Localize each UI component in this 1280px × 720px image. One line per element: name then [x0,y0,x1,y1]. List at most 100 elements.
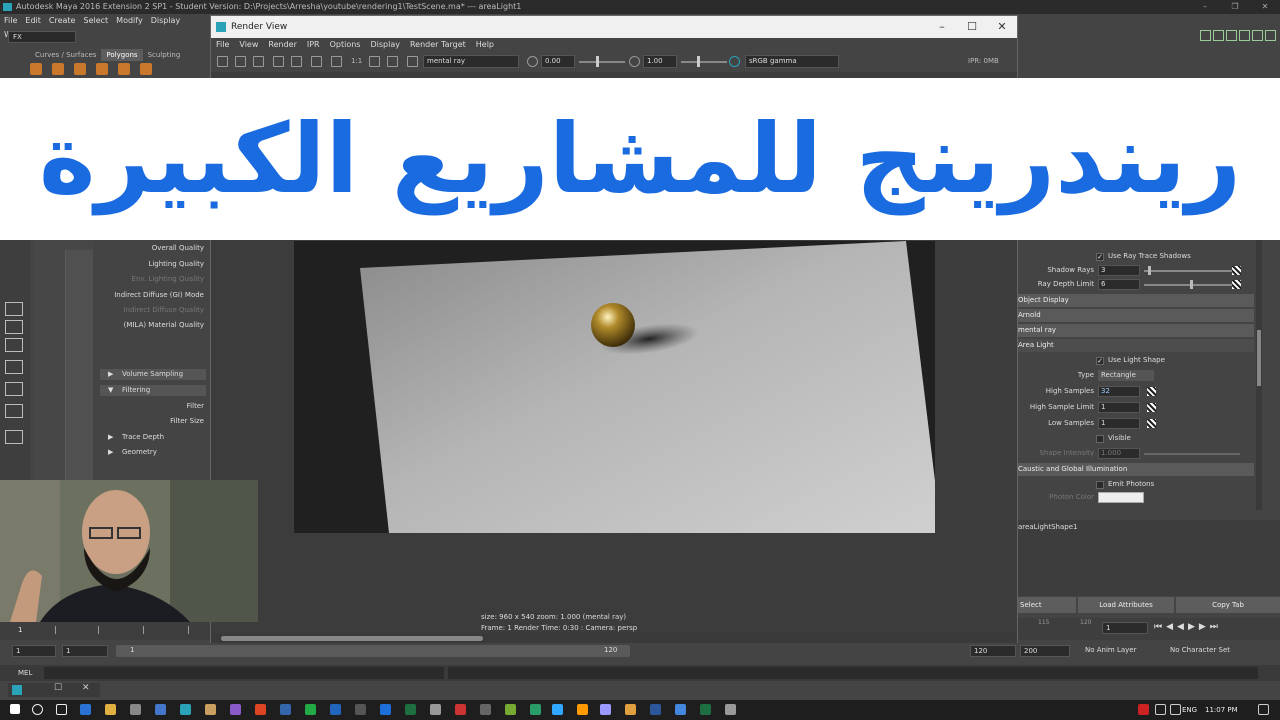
cmd-icon[interactable] [355,704,366,715]
app-icon[interactable] [205,704,216,715]
shadow-rays-slider[interactable] [1144,270,1240,272]
rendered-image[interactable] [294,241,935,533]
minimize-icon[interactable]: – [927,16,957,38]
rv-menu-help[interactable]: Help [471,38,499,52]
layout-icon[interactable] [1265,30,1276,41]
render-view-scrollbar[interactable] [211,633,1017,643]
exposure-icon[interactable] [527,56,538,67]
layout-icon[interactable] [1213,30,1224,41]
snapshot-icon[interactable] [253,56,264,67]
section-filtering[interactable]: ▼ Filtering [100,385,206,396]
maya-taskbar-icon[interactable] [180,704,191,715]
map-button-icon[interactable] [1147,419,1156,428]
rv-menu-ipr[interactable]: IPR [302,38,325,52]
app-icon[interactable] [675,704,686,715]
photoshop-icon[interactable] [552,704,563,715]
app-icon[interactable] [480,704,491,715]
renderer-dropdown[interactable]: mental ray [423,55,519,68]
range-slider[interactable]: 1 120 [116,645,630,657]
time-slider[interactable]: 1 [0,622,210,640]
section-area-light[interactable]: Area Light [1018,339,1254,352]
gamma-slider-knob[interactable] [697,56,700,67]
select-button[interactable]: Select [1018,597,1076,613]
poly-cylinder-icon[interactable] [74,63,86,75]
section-geometry[interactable]: ▶ Geometry [100,447,206,458]
app-icon[interactable] [700,704,711,715]
visible-checkbox[interactable] [1096,435,1104,443]
view-transform-dropdown[interactable]: sRGB gamma [745,55,839,68]
app-icon[interactable] [725,704,736,715]
bridge-icon[interactable] [625,704,636,715]
word-icon[interactable] [650,704,661,715]
app-icon[interactable] [380,704,391,715]
rv-menu-file[interactable]: File [211,38,234,52]
app-icon[interactable] [455,704,466,715]
map-button-icon[interactable] [1147,387,1156,396]
copy-tab-button[interactable]: Copy Tab [1176,597,1280,613]
move-tool-icon[interactable] [5,320,23,334]
app-icon[interactable] [280,704,291,715]
layout-two-icon[interactable] [5,404,23,418]
section-trace-depth[interactable]: ▶ Trace Depth [100,432,206,443]
map-button-icon[interactable] [1232,280,1241,289]
rv-menu-render[interactable]: Render [263,38,301,52]
app-icon[interactable] [430,704,441,715]
menu-create[interactable]: Create [45,14,80,28]
poly-torus-icon[interactable] [118,63,130,75]
illustrator-icon[interactable] [577,704,588,715]
start-time-field[interactable]: 1 [12,645,56,657]
high-samples-field[interactable]: 32 [1098,386,1140,397]
windows-start-icon[interactable] [10,704,20,714]
display-settings-icon[interactable] [407,56,418,67]
app-icon[interactable] [305,704,316,715]
premiere-icon[interactable] [600,704,611,715]
poly-plane-icon[interactable] [140,63,152,75]
menu-select[interactable]: Select [79,14,112,28]
use-light-shape-checkbox[interactable]: ✓ [1096,357,1104,365]
remove-image-icon[interactable] [387,56,398,67]
section-volume-sampling[interactable]: ▶ Volume Sampling [100,369,206,380]
attribute-editor-scrollbar[interactable] [1256,240,1262,510]
keep-image-icon[interactable] [369,56,380,67]
color-management-icon[interactable] [729,56,740,67]
playback-start-field[interactable]: 1 [62,645,108,657]
rv-menu-view[interactable]: View [234,38,263,52]
app-icon[interactable] [530,704,541,715]
app-icon[interactable] [155,704,166,715]
close-icon[interactable]: ✕ [82,683,90,693]
menu-file[interactable]: File [0,14,21,28]
layout-persp-icon[interactable] [5,430,23,444]
anim-layer-dropdown[interactable]: No Anim Layer [1085,646,1136,654]
rotate-tool-icon[interactable] [5,338,23,352]
maximize-icon[interactable]: ☐ [957,16,987,38]
real-size-button[interactable]: 1:1 [351,56,362,67]
scrollbar-thumb[interactable] [1257,330,1261,386]
type-dropdown[interactable]: Rectangle [1098,370,1154,381]
notifications-icon[interactable] [1258,704,1269,715]
map-button-icon[interactable] [1232,266,1241,275]
tray-icon[interactable] [1138,704,1149,715]
poly-cone-icon[interactable] [96,63,108,75]
gamma-field[interactable]: 1.00 [643,55,677,68]
ipr-render-icon[interactable] [273,56,284,67]
section-mental-ray[interactable]: mental ray [1018,324,1254,337]
refresh-ipr-icon[interactable] [291,56,302,67]
layout-icon[interactable] [1226,30,1237,41]
network-icon[interactable] [1155,704,1166,715]
high-sample-limit-field[interactable]: 1 [1098,402,1140,413]
layout-icon[interactable] [1200,30,1211,41]
slider-knob[interactable] [1148,266,1151,275]
app-icon[interactable] [130,704,141,715]
section-object-display[interactable]: Object Display [1018,294,1254,307]
map-button-icon[interactable] [1147,403,1156,412]
menu-edit[interactable]: Edit [21,14,45,28]
rv-menu-options[interactable]: Options [325,38,366,52]
minimized-window[interactable]: ☐ ✕ [8,683,100,697]
scrollbar-thumb[interactable] [221,636,483,641]
wordpress-icon[interactable] [330,704,341,715]
gamma-icon[interactable] [629,56,640,67]
rv-menu-render-target[interactable]: Render Target [405,38,471,52]
rv-menu-display[interactable]: Display [365,38,405,52]
scale-tool-icon[interactable] [5,360,23,374]
volume-icon[interactable] [1170,704,1181,715]
